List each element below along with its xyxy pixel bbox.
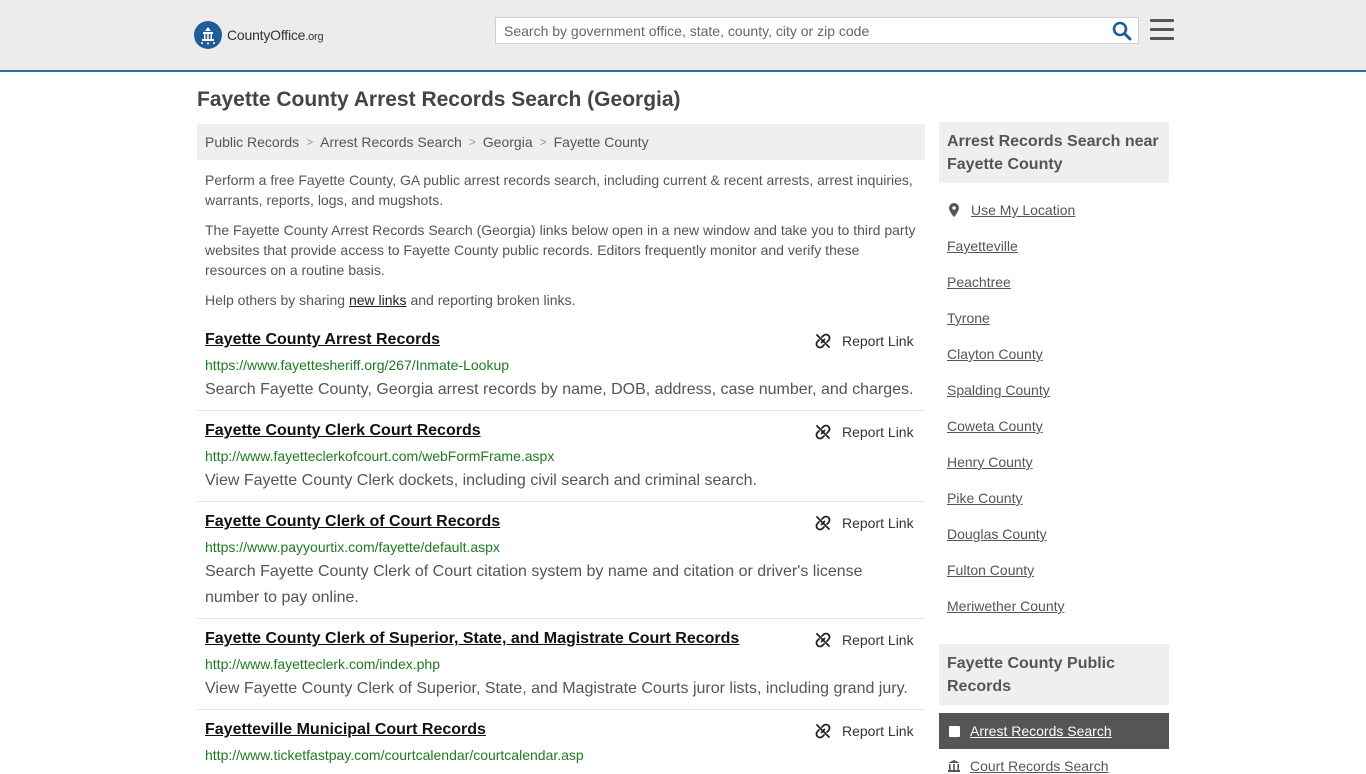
breadcrumb-separator: > bbox=[539, 135, 547, 149]
sidebar-item-spalding-county[interactable]: Spalding County bbox=[947, 382, 1050, 398]
courthouse-icon bbox=[948, 760, 960, 772]
result-url: http://www.fayetteclerk.com/index.php bbox=[205, 656, 440, 672]
result-title-link[interactable]: Fayette County Clerk Court Records bbox=[205, 422, 481, 440]
result-description: Search Fayette County, Georgia arrest re… bbox=[205, 381, 914, 398]
result-item: Fayette County Arrest Records Report Lin… bbox=[197, 331, 925, 411]
hamburger-menu-icon[interactable] bbox=[1150, 19, 1174, 41]
sidebar-item-clayton-county[interactable]: Clayton County bbox=[947, 346, 1043, 362]
result-title-link[interactable]: Fayetteville Municipal Court Records bbox=[205, 721, 486, 739]
breadcrumb: Public Records > Arrest Records Search >… bbox=[197, 124, 925, 160]
result-url: https://www.fayettesheriff.org/267/Inmat… bbox=[205, 357, 510, 373]
sidebar-item-douglas-county[interactable]: Douglas County bbox=[947, 526, 1047, 542]
page-title: Fayette County Arrest Records Search (Ge… bbox=[197, 88, 681, 111]
sidebar-item-coweta-county[interactable]: Coweta County bbox=[947, 418, 1043, 434]
breadcrumb-georgia[interactable]: Georgia bbox=[483, 134, 533, 150]
site-logo[interactable]: CountyOffice.org bbox=[194, 20, 324, 50]
result-url: http://www.fayetteclerkofcourt.com/webFo… bbox=[205, 448, 555, 464]
map-pin-icon bbox=[949, 203, 959, 217]
result-url: http://www.ticketfastpay.com/courtcalend… bbox=[205, 747, 584, 763]
breadcrumb-arrest-records[interactable]: Arrest Records Search bbox=[320, 134, 462, 150]
breadcrumb-separator: > bbox=[306, 135, 314, 149]
result-url: https://www.payyourtix.com/fayette/defau… bbox=[205, 539, 500, 555]
report-link-button[interactable]: Report Link bbox=[815, 424, 914, 440]
checkbox-icon bbox=[949, 725, 960, 737]
report-link-button[interactable]: Report Link bbox=[815, 515, 914, 531]
sidebar-item-peachtree[interactable]: Peachtree bbox=[947, 274, 1011, 290]
report-link-button[interactable]: Report Link bbox=[815, 723, 914, 739]
search-input[interactable] bbox=[496, 18, 1112, 43]
broken-link-icon bbox=[815, 632, 831, 648]
result-title-link[interactable]: Fayette County Arrest Records bbox=[205, 331, 440, 349]
breadcrumb-fayette-county[interactable]: Fayette County bbox=[554, 134, 649, 150]
result-item: Fayette County Clerk of Superior, State,… bbox=[197, 630, 925, 710]
broken-link-icon bbox=[815, 333, 831, 349]
sidebar-item-tyrone[interactable]: Tyrone bbox=[947, 310, 990, 326]
site-search bbox=[495, 17, 1139, 44]
result-description: Search Fayette County Clerk of Court cit… bbox=[205, 563, 863, 606]
report-link-button[interactable]: Report Link bbox=[815, 632, 914, 648]
sidebar-item-henry-county[interactable]: Henry County bbox=[947, 454, 1033, 470]
result-title-link[interactable]: Fayette County Clerk of Superior, State,… bbox=[205, 630, 739, 648]
capitol-logo-icon bbox=[194, 21, 222, 49]
result-description: View Fayette County Clerk of Superior, S… bbox=[205, 680, 908, 697]
broken-link-icon bbox=[815, 723, 831, 739]
intro-paragraph: Perform a free Fayette County, GA public… bbox=[205, 172, 913, 208]
result-description: View Fayette County Clerk dockets, inclu… bbox=[205, 472, 757, 489]
sidebar-item-pike-county[interactable]: Pike County bbox=[947, 490, 1022, 506]
search-icon[interactable] bbox=[1112, 21, 1132, 41]
result-item: Fayette County Clerk Court Records Repor… bbox=[197, 422, 925, 502]
sidebar-nearby-heading: Arrest Records Search near Fayette Count… bbox=[939, 122, 1169, 183]
new-links-link[interactable]: new links bbox=[349, 292, 407, 308]
report-link-button[interactable]: Report Link bbox=[815, 333, 914, 349]
breadcrumb-public-records[interactable]: Public Records bbox=[205, 134, 299, 150]
intro-disclaimer: The Fayette County Arrest Records Search… bbox=[205, 222, 916, 278]
result-item: Fayette County Clerk of Court Records Re… bbox=[197, 513, 925, 619]
site-header: CountyOffice.org bbox=[0, 0, 1366, 72]
sidebar-item-fayetteville[interactable]: Fayetteville bbox=[947, 238, 1018, 254]
sidebar-item-court-records-search[interactable]: Court Records Search bbox=[947, 758, 1109, 774]
breadcrumb-separator: > bbox=[468, 135, 476, 149]
sidebar-item-fulton-county[interactable]: Fulton County bbox=[947, 562, 1034, 578]
use-my-location-link[interactable]: Use My Location bbox=[947, 202, 1075, 218]
result-item: Fayetteville Municipal Court Records Rep… bbox=[197, 721, 925, 768]
sidebar-public-records-heading: Fayette County Public Records bbox=[939, 644, 1169, 705]
broken-link-icon bbox=[815, 424, 831, 440]
sidebar-item-meriwether-county[interactable]: Meriwether County bbox=[947, 598, 1065, 614]
broken-link-icon bbox=[815, 515, 831, 531]
result-title-link[interactable]: Fayette County Clerk of Court Records bbox=[205, 513, 500, 531]
intro-help-text: Help others by sharing new links and rep… bbox=[205, 292, 576, 308]
logo-text: CountyOffice.org bbox=[227, 27, 324, 43]
sidebar-item-arrest-records-search[interactable]: Arrest Records Search bbox=[939, 713, 1169, 749]
